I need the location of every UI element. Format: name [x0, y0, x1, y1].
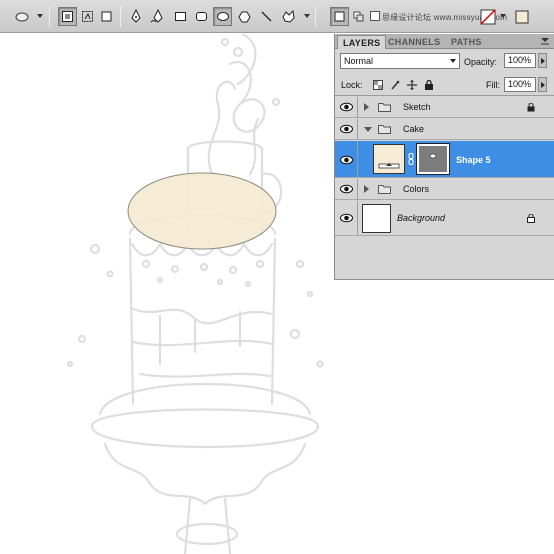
- fill-field[interactable]: 100%: [504, 77, 536, 92]
- lock-all-icon[interactable]: [424, 79, 434, 90]
- custom-shape-icon[interactable]: [279, 7, 298, 26]
- background-thumbnail[interactable]: [362, 204, 391, 233]
- layer-colors[interactable]: Colors: [335, 179, 554, 200]
- opacity-label: Opacity:: [464, 57, 498, 67]
- divider: [357, 97, 358, 117]
- divider: [357, 179, 358, 199]
- blend-mode-select[interactable]: Normal: [340, 53, 460, 69]
- expand-arrow-icon[interactable]: [364, 103, 369, 111]
- options-bar: 思缘设计论坛 www.missyuan.com: [0, 0, 554, 33]
- vector-mask-thumbnail[interactable]: [416, 143, 450, 175]
- layer-sketch[interactable]: Sketch: [335, 97, 554, 118]
- lock-transparent-icon[interactable]: [373, 80, 383, 90]
- opacity-slider-button[interactable]: [538, 53, 547, 68]
- lock-position-icon[interactable]: [407, 80, 417, 90]
- fill-slider-button[interactable]: [538, 77, 547, 92]
- tool-preset-dropdown-icon[interactable]: [37, 14, 43, 18]
- toolbar-separator: [49, 6, 50, 27]
- layer-background[interactable]: Background: [335, 201, 554, 236]
- tab-layers[interactable]: LAYERS: [337, 35, 387, 49]
- fill-pixels-icon[interactable]: [97, 7, 116, 26]
- lock-label: Lock:: [341, 80, 363, 90]
- layer-name: Cake: [403, 124, 425, 134]
- eye-icon[interactable]: [339, 123, 354, 135]
- lock-icon: [527, 102, 535, 112]
- shape-layers-icon[interactable]: [58, 7, 77, 26]
- tab-channels[interactable]: CHANNELS: [383, 35, 445, 49]
- chevron-down-icon: [450, 59, 456, 63]
- opacity-field[interactable]: 100%: [504, 53, 536, 68]
- layer-name: Sketch: [403, 102, 431, 112]
- eye-icon[interactable]: [339, 212, 354, 224]
- color-swatch[interactable]: [512, 7, 531, 26]
- custom-shape-dropdown-icon[interactable]: [304, 14, 310, 18]
- collapse-arrow-icon[interactable]: [364, 127, 372, 132]
- eye-icon[interactable]: [339, 101, 354, 113]
- ellipse-tool-icon[interactable]: [213, 7, 232, 26]
- polygon-tool-icon[interactable]: [235, 7, 254, 26]
- rectangle-tool-icon[interactable]: [171, 7, 190, 26]
- blend-row: Normal Opacity: 100%: [335, 50, 554, 72]
- eye-icon[interactable]: [339, 183, 354, 195]
- layer-shape-5[interactable]: Shape 5: [335, 141, 554, 178]
- lock-icon: [527, 213, 535, 223]
- style-dropdown-icon[interactable]: [500, 14, 506, 18]
- layer-cake[interactable]: Cake: [335, 119, 554, 140]
- rounded-rectangle-tool-icon[interactable]: [192, 7, 211, 26]
- style-none-icon[interactable]: [478, 7, 497, 26]
- folder-icon: [378, 184, 391, 194]
- divider: [357, 141, 358, 177]
- freeform-pen-icon[interactable]: [148, 7, 167, 26]
- chain-link-icon[interactable]: [408, 153, 414, 165]
- fill-label: Fill:: [486, 80, 500, 90]
- shape-5-ellipse[interactable]: [127, 172, 277, 250]
- paths-icon[interactable]: [78, 7, 97, 26]
- folder-icon: [378, 102, 391, 112]
- expand-arrow-icon[interactable]: [364, 185, 369, 193]
- panel-menu-icon[interactable]: [539, 36, 551, 46]
- lock-row: Lock: Fill: 100%: [335, 74, 554, 96]
- pen-tool-icon[interactable]: [126, 7, 145, 26]
- eye-icon[interactable]: [339, 154, 354, 166]
- tab-paths[interactable]: PATHS: [446, 35, 487, 49]
- blend-mode-value: Normal: [344, 56, 374, 66]
- layer-name: Shape 5: [456, 155, 491, 165]
- lock-image-icon[interactable]: [390, 80, 400, 90]
- link-checkbox[interactable]: [370, 11, 380, 21]
- divider: [357, 119, 358, 139]
- toolbar-separator: [315, 6, 316, 27]
- toolbar-separator: [120, 6, 121, 27]
- layers-panel: LAYERS CHANNELS PATHS Normal Opacity: 10…: [334, 34, 554, 280]
- divider: [357, 201, 358, 235]
- layer-name: Colors: [403, 184, 430, 194]
- panel-tabs: LAYERS CHANNELS PATHS: [335, 34, 554, 49]
- link-icon[interactable]: [349, 7, 368, 26]
- fill-color-thumbnail[interactable]: [373, 144, 405, 174]
- folder-icon: [378, 124, 391, 134]
- line-tool-icon[interactable]: [257, 7, 276, 26]
- create-new-shape-layer-icon[interactable]: [330, 7, 349, 26]
- ellipse-tool-preset-icon[interactable]: [12, 7, 31, 26]
- layer-name: Background: [397, 213, 446, 223]
